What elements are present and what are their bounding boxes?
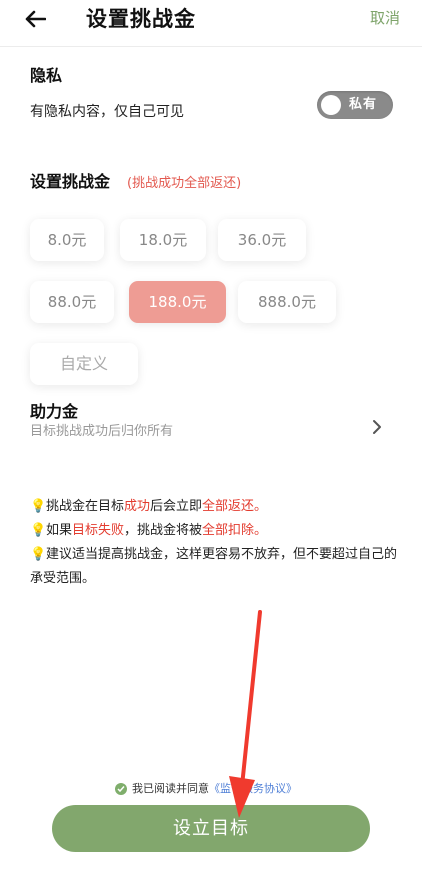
tip-item: 💡挑战金在目标成功后会立即全部返还。 <box>30 495 400 519</box>
agreement-row: 我已阅读并同意 《监督服务协议》 <box>115 780 297 798</box>
chevron-right-icon[interactable] <box>368 417 386 437</box>
header-divider <box>0 46 422 47</box>
amount-option-188-selected[interactable]: 188.0元 <box>129 281 226 323</box>
amount-option-36[interactable]: 36.0元 <box>218 219 306 261</box>
helper-money-title: 助力金 <box>30 402 79 421</box>
lightbulb-icon: 💡 <box>30 523 47 538</box>
helper-money-subtitle: 目标挑战成功后归你所有 <box>30 424 174 439</box>
agreement-link[interactable]: 《监督服务协议》 <box>209 780 297 798</box>
amount-option-888[interactable]: 888.0元 <box>238 281 336 323</box>
cancel-button[interactable]: 取消 <box>370 6 400 30</box>
checkbox-checked-icon[interactable] <box>115 783 127 795</box>
tip-text: 挑战金在目标 <box>46 499 125 514</box>
tip-highlight: 全部扣除。 <box>202 523 268 538</box>
challenge-money-note: (挑战成功全部返还) <box>127 176 242 191</box>
tip-text: 后会立即 <box>150 499 203 514</box>
header-bar: 设置挑战金 取消 <box>0 0 422 48</box>
tip-text: 建议适当提高挑战金，这样更容易不放弃，但不要超过自己的承受范围。 <box>30 547 398 586</box>
privacy-toggle-label: 私有 <box>349 97 378 112</box>
lightbulb-icon: 💡 <box>30 499 47 514</box>
tip-item: 💡建议适当提高挑战金，这样更容易不放弃，但不要超过自己的承受范围。 <box>30 543 400 591</box>
custom-amount-input[interactable]: 自定义 <box>30 343 138 385</box>
privacy-description: 有隐私内容，仅自己可见 <box>30 104 184 120</box>
tips-list: 💡挑战金在目标成功后会立即全部返还。 💡如果目标失败，挑战金将被全部扣除。 💡建… <box>30 495 400 591</box>
privacy-title: 隐私 <box>30 66 63 85</box>
challenge-money-title: 设置挑战金 <box>30 172 111 191</box>
back-arrow-icon[interactable] <box>18 6 52 32</box>
tip-highlight: 全部返还。 <box>202 499 268 514</box>
tip-text: ，挑战金将被 <box>124 523 203 538</box>
page-title: 设置挑战金 <box>86 7 196 31</box>
submit-goal-button[interactable]: 设立目标 <box>52 805 370 852</box>
lightbulb-icon: 💡 <box>30 547 47 562</box>
tip-highlight: 目标失败 <box>72 523 125 538</box>
toggle-knob <box>321 95 341 115</box>
amount-option-18[interactable]: 18.0元 <box>120 219 206 261</box>
amount-option-8[interactable]: 8.0元 <box>30 219 104 261</box>
agreement-text: 我已阅读并同意 <box>132 782 209 795</box>
amount-option-88[interactable]: 88.0元 <box>30 281 114 323</box>
privacy-toggle[interactable]: 私有 <box>317 91 393 119</box>
tip-item: 💡如果目标失败，挑战金将被全部扣除。 <box>30 519 400 543</box>
screen: 设置挑战金 取消 隐私 有隐私内容，仅自己可见 私有 设置挑战金 (挑战成功全部… <box>0 0 422 874</box>
tip-text: 如果 <box>46 523 73 538</box>
tip-highlight: 成功 <box>124 499 151 514</box>
